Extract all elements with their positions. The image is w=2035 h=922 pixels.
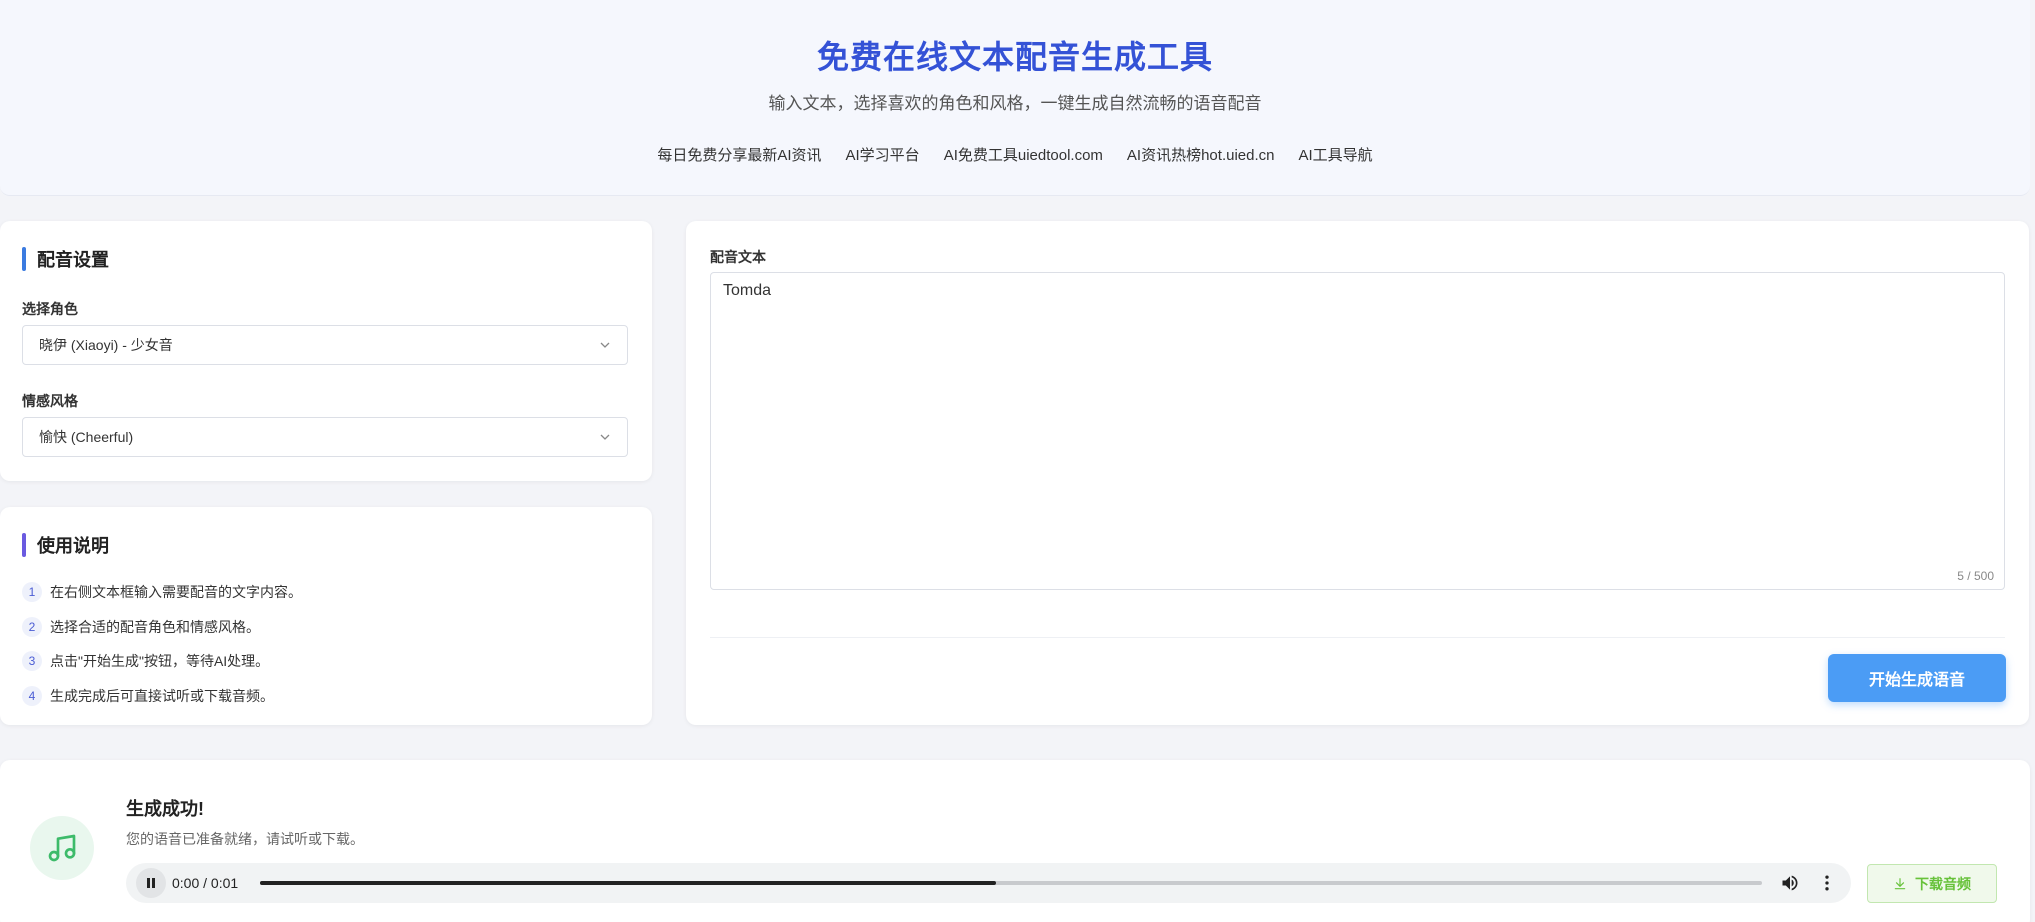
page-title: 免费在线文本配音生成工具 [816, 39, 1213, 75]
pause-button[interactable] [136, 868, 166, 898]
nav-link-ai-nav[interactable]: AI工具导航 [1298, 144, 1372, 165]
page-subtitle: 输入文本，选择喜欢的角色和风格，一键生成自然流畅的语音配音 [768, 94, 1262, 113]
divider [710, 637, 2005, 638]
audio-progress-bar[interactable] [260, 881, 1762, 885]
pause-icon [147, 878, 155, 888]
top-nav: 每日免费分享最新AI资讯 AI学习平台 AI免费工具uiedtool.com A… [0, 144, 2030, 165]
step-text: 在右侧文本框输入需要配音的文字内容。 [50, 584, 302, 601]
step-text: 点击"开始生成"按钮，等待AI处理。 [50, 653, 270, 670]
char-count: 5 / 500 [1957, 569, 1994, 583]
step-text: 生成完成后可直接试听或下载音频。 [50, 687, 274, 704]
chevron-down-icon [600, 434, 610, 440]
list-item: 2 选择合适的配音角色和情感风格。 [22, 610, 302, 645]
instructions-list: 1 在右侧文本框输入需要配音的文字内容。 2 选择合适的配音角色和情感风格。 3… [22, 575, 302, 713]
step-text: 选择合适的配音角色和情感风格。 [50, 618, 260, 635]
text-input[interactable]: Tomda 5 / 500 [710, 272, 2005, 590]
nav-link-ai-news[interactable]: 每日免费分享最新AI资讯 [657, 144, 821, 165]
instructions-heading: 使用说明 [22, 532, 109, 558]
page-header: 免费在线文本配音生成工具 输入文本，选择喜欢的角色和风格，一键生成自然流畅的语音… [0, 0, 2030, 196]
step-number: 4 [22, 685, 42, 706]
role-select[interactable]: 晓伊 (Xiaoyi) - 少女音 [22, 325, 628, 365]
role-label: 选择角色 [22, 301, 78, 317]
audio-time: 0:00 / 0:01 [172, 875, 239, 891]
audio-player: 0:00 / 0:01 [126, 863, 1851, 903]
text-label: 配音文本 [710, 249, 766, 265]
result-title: 生成成功! [126, 799, 204, 819]
more-options-icon[interactable] [1817, 873, 1837, 893]
volume-icon[interactable] [1780, 873, 1800, 893]
step-number: 3 [22, 651, 42, 672]
audio-progress-fill [260, 881, 996, 885]
heading-accent-bar [22, 247, 26, 271]
result-description: 您的语音已准备就绪，请试听或下载。 [126, 831, 364, 847]
nav-link-ai-hot[interactable]: AI资讯热榜hot.uied.cn [1127, 144, 1275, 165]
download-button[interactable]: 下载音频 [1867, 864, 1997, 903]
generate-button[interactable]: 开始生成语音 [1828, 654, 2006, 702]
music-badge [30, 816, 94, 880]
nav-link-ai-tools[interactable]: AI免费工具uiedtool.com [944, 144, 1103, 165]
settings-title: 配音设置 [37, 250, 109, 270]
list-item: 1 在右侧文本框输入需要配音的文字内容。 [22, 575, 302, 610]
settings-heading: 配音设置 [22, 246, 109, 272]
download-label: 下载音频 [1915, 875, 1971, 892]
nav-link-ai-learning[interactable]: AI学习平台 [846, 144, 920, 165]
step-number: 1 [22, 582, 42, 603]
style-label: 情感风格 [22, 393, 78, 409]
step-number: 2 [22, 616, 42, 637]
chevron-down-icon [600, 342, 610, 348]
music-note-icon [48, 834, 76, 862]
role-select-value: 晓伊 (Xiaoyi) - 少女音 [39, 337, 173, 353]
heading-accent-bar [22, 533, 26, 557]
download-icon [1894, 877, 1906, 889]
style-select[interactable]: 愉快 (Cheerful) [22, 417, 628, 457]
text-input-value: Tomda [723, 282, 772, 299]
style-select-value: 愉快 (Cheerful) [39, 429, 134, 445]
list-item: 4 生成完成后可直接试听或下载音频。 [22, 679, 302, 714]
instructions-title: 使用说明 [37, 536, 109, 556]
list-item: 3 点击"开始生成"按钮，等待AI处理。 [22, 644, 302, 679]
